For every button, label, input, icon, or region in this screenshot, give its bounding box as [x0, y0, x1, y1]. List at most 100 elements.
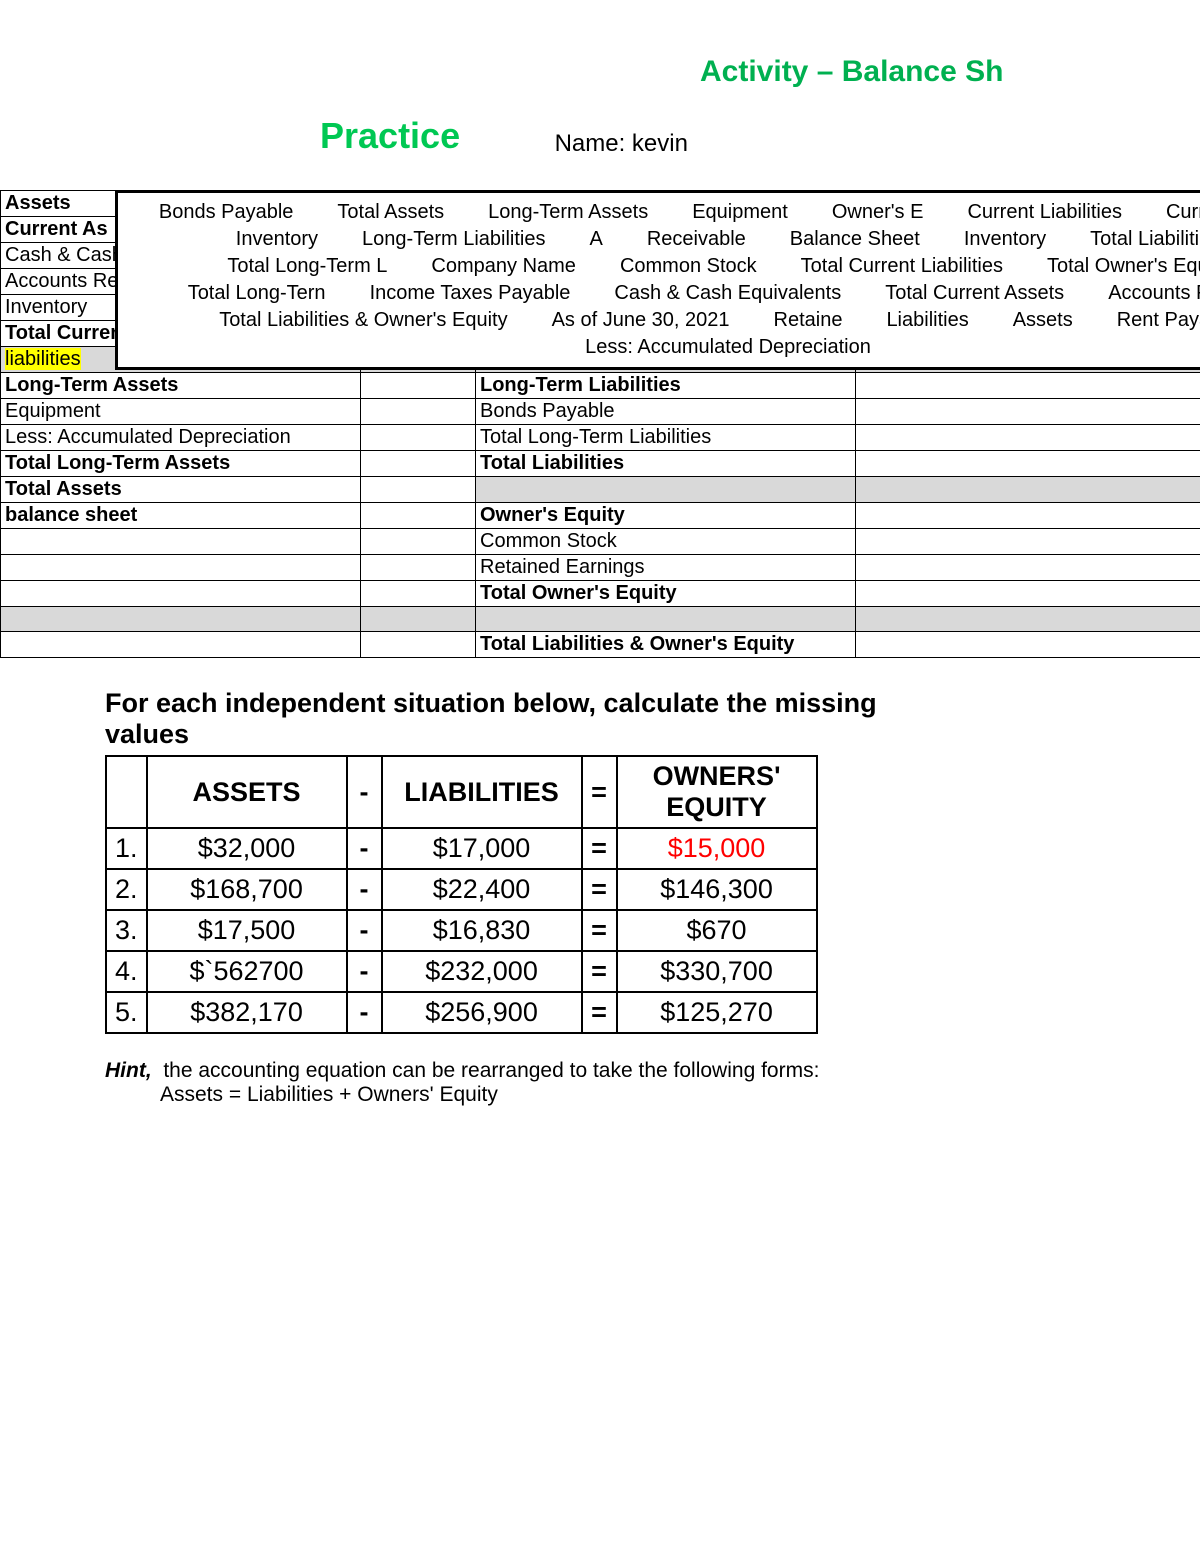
term-option[interactable]: Current Liabilities: [967, 199, 1122, 226]
term-option[interactable]: Accounts Payable: [1108, 280, 1200, 307]
term-option[interactable]: Liabilities: [886, 307, 968, 334]
cell: Long-Term Liabilities: [476, 373, 856, 399]
term-option[interactable]: Less: Accumulated Depreciation: [585, 334, 871, 361]
cell: [856, 529, 1200, 555]
table-cell: $16,830: [382, 910, 582, 951]
term-option[interactable]: Total Current Liabilities: [801, 253, 1003, 280]
cell: [856, 425, 1200, 451]
cell: [361, 581, 476, 607]
instruction-heading: For each independent situation below, ca…: [105, 688, 885, 750]
table-cell: $146,300: [617, 869, 817, 910]
cell: [361, 373, 476, 399]
cell: balance sheet: [1, 503, 361, 529]
col-assets: ASSETS: [147, 756, 347, 828]
term-option[interactable]: Total Liabilities & Owner's Equity: [219, 307, 507, 334]
cell: [361, 477, 476, 503]
cell: [856, 555, 1200, 581]
cell: [361, 503, 476, 529]
hint-label: Hint,: [105, 1059, 152, 1082]
cell: [361, 425, 476, 451]
table-cell: 5.: [106, 992, 147, 1033]
table-cell: -: [347, 951, 382, 992]
col-equals: =: [582, 756, 617, 828]
name-field: Name: kevin: [555, 130, 688, 158]
term-option[interactable]: Long-Term Assets: [488, 199, 648, 226]
cell: Equipment: [1, 399, 361, 425]
term-option[interactable]: Total Liabilities: [1090, 226, 1200, 253]
cell: Retained Earnings: [476, 555, 856, 581]
term-option[interactable]: Equipment: [692, 199, 788, 226]
term-option[interactable]: Owner's E: [832, 199, 924, 226]
term-option[interactable]: Common Stock: [620, 253, 757, 280]
term-option[interactable]: A: [589, 226, 602, 253]
table-cell: $670: [617, 910, 817, 951]
cell: [856, 581, 1200, 607]
term-option[interactable]: Rent Payable: [1117, 307, 1200, 334]
cell: [361, 529, 476, 555]
table-cell: $32,000: [147, 828, 347, 869]
activity-title: Activity – Balance Sh: [700, 55, 1003, 89]
cell: Common Stock: [476, 529, 856, 555]
table-cell: $125,270: [617, 992, 817, 1033]
hint-block: Hint, the accounting equation can be rea…: [105, 1059, 1005, 1107]
cell: Total Long-Term Liabilities: [476, 425, 856, 451]
table-cell: $330,700: [617, 951, 817, 992]
term-option[interactable]: Total Long-Tern: [188, 280, 326, 307]
term-option[interactable]: Balance Sheet: [790, 226, 920, 253]
term-option[interactable]: Inventory: [236, 226, 318, 253]
term-option[interactable]: Total Long-Term L: [227, 253, 387, 280]
cell: [1, 581, 361, 607]
table-cell: $256,900: [382, 992, 582, 1033]
table-cell: -: [347, 910, 382, 951]
term-option[interactable]: Receivable: [647, 226, 746, 253]
term-option[interactable]: Retaine: [774, 307, 843, 334]
term-option[interactable]: Current Assets: [1166, 199, 1200, 226]
table-cell: $232,000: [382, 951, 582, 992]
table-cell: 2.: [106, 869, 147, 910]
cell: [361, 607, 476, 632]
term-option[interactable]: As of June 30, 2021: [552, 307, 730, 334]
table-cell: =: [582, 951, 617, 992]
term-option[interactable]: Assets: [1013, 307, 1073, 334]
cell: Total Assets: [1, 477, 361, 503]
term-option[interactable]: Bonds Payable: [159, 199, 294, 226]
cell: Long-Term Assets: [1, 373, 361, 399]
term-option[interactable]: Total Assets: [337, 199, 444, 226]
table-cell: 1.: [106, 828, 147, 869]
term-option[interactable]: Cash & Cash Equivalents: [614, 280, 841, 307]
cell: Total Liabilities: [476, 451, 856, 477]
term-option[interactable]: Inventory: [964, 226, 1046, 253]
table-cell: $`562700: [147, 951, 347, 992]
cell: Owner's Equity: [476, 503, 856, 529]
term-option[interactable]: Long-Term Liabilities: [362, 226, 545, 253]
term-option[interactable]: Company Name: [431, 253, 576, 280]
cell: [856, 632, 1200, 658]
term-option[interactable]: Total Current Assets: [885, 280, 1064, 307]
hint-line-1: the accounting equation can be rearrange…: [163, 1059, 819, 1082]
cell: [856, 373, 1200, 399]
cell: [1, 555, 361, 581]
cell: Bonds Payable: [476, 399, 856, 425]
cell: [856, 451, 1200, 477]
cell: Total Long-Term Assets: [1, 451, 361, 477]
practice-label: Practice: [320, 115, 460, 157]
cell: Total Owner's Equity: [476, 581, 856, 607]
cell: Total Liabilities & Owner's Equity: [476, 632, 856, 658]
table-cell: =: [582, 828, 617, 869]
table-cell: $382,170: [147, 992, 347, 1033]
cell: Less: Accumulated Depreciation: [1, 425, 361, 451]
table-cell: =: [582, 910, 617, 951]
table-cell: $168,700: [147, 869, 347, 910]
name-value: kevin: [632, 130, 688, 157]
table-cell: 4.: [106, 951, 147, 992]
name-label-text: Name:: [555, 130, 626, 157]
word-bank-box: Bonds Payable Total Assets Long-Term Asset…: [115, 190, 1200, 370]
table-cell: $17,500: [147, 910, 347, 951]
table-cell: $22,400: [382, 869, 582, 910]
col-liabilities: LIABILITIES: [382, 756, 582, 828]
cell: [856, 477, 1200, 503]
table-cell: 3.: [106, 910, 147, 951]
term-option[interactable]: Income Taxes Payable: [370, 280, 571, 307]
term-option[interactable]: Total Owner's Equity: [1047, 253, 1200, 280]
cell: [476, 607, 856, 632]
